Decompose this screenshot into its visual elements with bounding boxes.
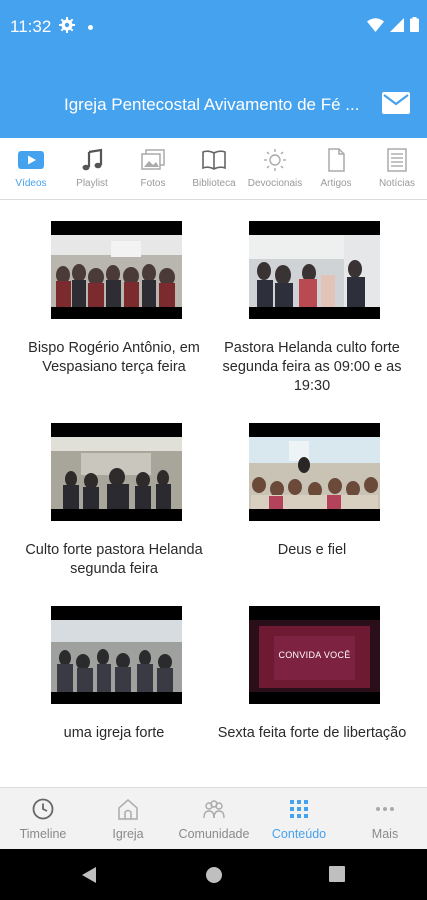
nav-mais[interactable]: Mais bbox=[343, 788, 427, 850]
mail-icon[interactable] bbox=[382, 92, 410, 114]
church-icon bbox=[118, 798, 138, 820]
video-thumbnail[interactable] bbox=[249, 221, 380, 319]
tab-devocionais[interactable]: Devocionais bbox=[244, 138, 306, 198]
video-thumbnail-caption: CONVIDA VOCÊ bbox=[278, 650, 351, 660]
community-icon bbox=[203, 800, 225, 819]
tab-fotos[interactable]: Fotos bbox=[122, 138, 184, 198]
video-title: Bispo Rogério Antônio, em Vespasiano ter… bbox=[28, 340, 200, 375]
video-title: uma igreja forte bbox=[63, 725, 165, 741]
gear-icon bbox=[59, 17, 75, 33]
tab-videos[interactable]: Vídeos bbox=[0, 138, 62, 198]
nav-comunidade[interactable]: Comunidade bbox=[172, 788, 256, 850]
clock-icon bbox=[32, 798, 54, 820]
system-nav-bar bbox=[0, 849, 427, 900]
video-thumbnail[interactable] bbox=[51, 423, 182, 521]
signal-icon bbox=[390, 17, 404, 32]
video-thumbnail[interactable]: CONVIDA VOCÊ bbox=[249, 606, 380, 704]
status-bar: 11:32 bbox=[0, 0, 427, 56]
more-icon bbox=[376, 807, 394, 811]
home-icon[interactable] bbox=[205, 866, 223, 884]
video-thumbnail-image bbox=[51, 620, 182, 692]
bottom-nav: Timeline Igreja Comunidade Conteúdo Mais bbox=[0, 787, 427, 849]
newspaper-icon bbox=[387, 148, 407, 172]
status-time: 11:32 bbox=[10, 17, 52, 36]
nav-conteudo[interactable]: Conteúdo bbox=[257, 788, 341, 850]
page-title: Igreja Pentecostal Avivamento de Fé ... bbox=[64, 95, 360, 114]
app-bar: Igreja Pentecostal Avivamento de Fé ... bbox=[0, 56, 427, 138]
notification-dot bbox=[88, 25, 93, 30]
content-tabs: Vídeos Playlist Fotos Biblioteca Devocio… bbox=[0, 138, 427, 200]
document-icon bbox=[328, 148, 345, 172]
video-thumbnail-image bbox=[51, 235, 182, 307]
video-thumbnail-image bbox=[249, 235, 380, 307]
battery-icon bbox=[410, 17, 419, 32]
video-thumbnail-image bbox=[51, 437, 182, 509]
wifi-icon bbox=[367, 17, 384, 32]
tab-artigos[interactable]: Artigos bbox=[305, 138, 367, 198]
tab-biblioteca[interactable]: Biblioteca bbox=[183, 138, 245, 198]
video-thumbnail[interactable] bbox=[51, 221, 182, 319]
recents-icon[interactable] bbox=[329, 866, 345, 882]
tab-playlist[interactable]: Playlist bbox=[61, 138, 123, 198]
video-title: Sexta feita forte de libertação bbox=[217, 725, 407, 741]
video-title: Deus e fiel bbox=[277, 542, 347, 558]
grid-icon bbox=[290, 800, 308, 818]
book-icon bbox=[202, 150, 226, 170]
video-thumbnail-image bbox=[249, 437, 380, 509]
nav-igreja[interactable]: Igreja bbox=[86, 788, 170, 850]
music-note-icon bbox=[82, 148, 103, 171]
tab-noticias[interactable]: Notícias bbox=[366, 138, 427, 198]
nav-timeline[interactable]: Timeline bbox=[1, 788, 85, 850]
back-icon[interactable] bbox=[81, 866, 97, 884]
nav-label: Mais bbox=[371, 827, 399, 841]
tab-label: Notícias bbox=[378, 178, 416, 189]
sun-icon bbox=[264, 149, 286, 171]
video-thumbnail[interactable] bbox=[249, 423, 380, 521]
photos-icon bbox=[141, 149, 165, 170]
video-thumbnail[interactable] bbox=[51, 606, 182, 704]
video-list: Bispo Rogério Antônio, em Vespasiano ter… bbox=[0, 201, 427, 787]
video-title: Culto forte pastora Helanda segunda feir… bbox=[25, 542, 203, 577]
video-title: Pastora Helanda culto forte segunda feir… bbox=[222, 340, 402, 394]
video-play-icon bbox=[18, 151, 44, 169]
